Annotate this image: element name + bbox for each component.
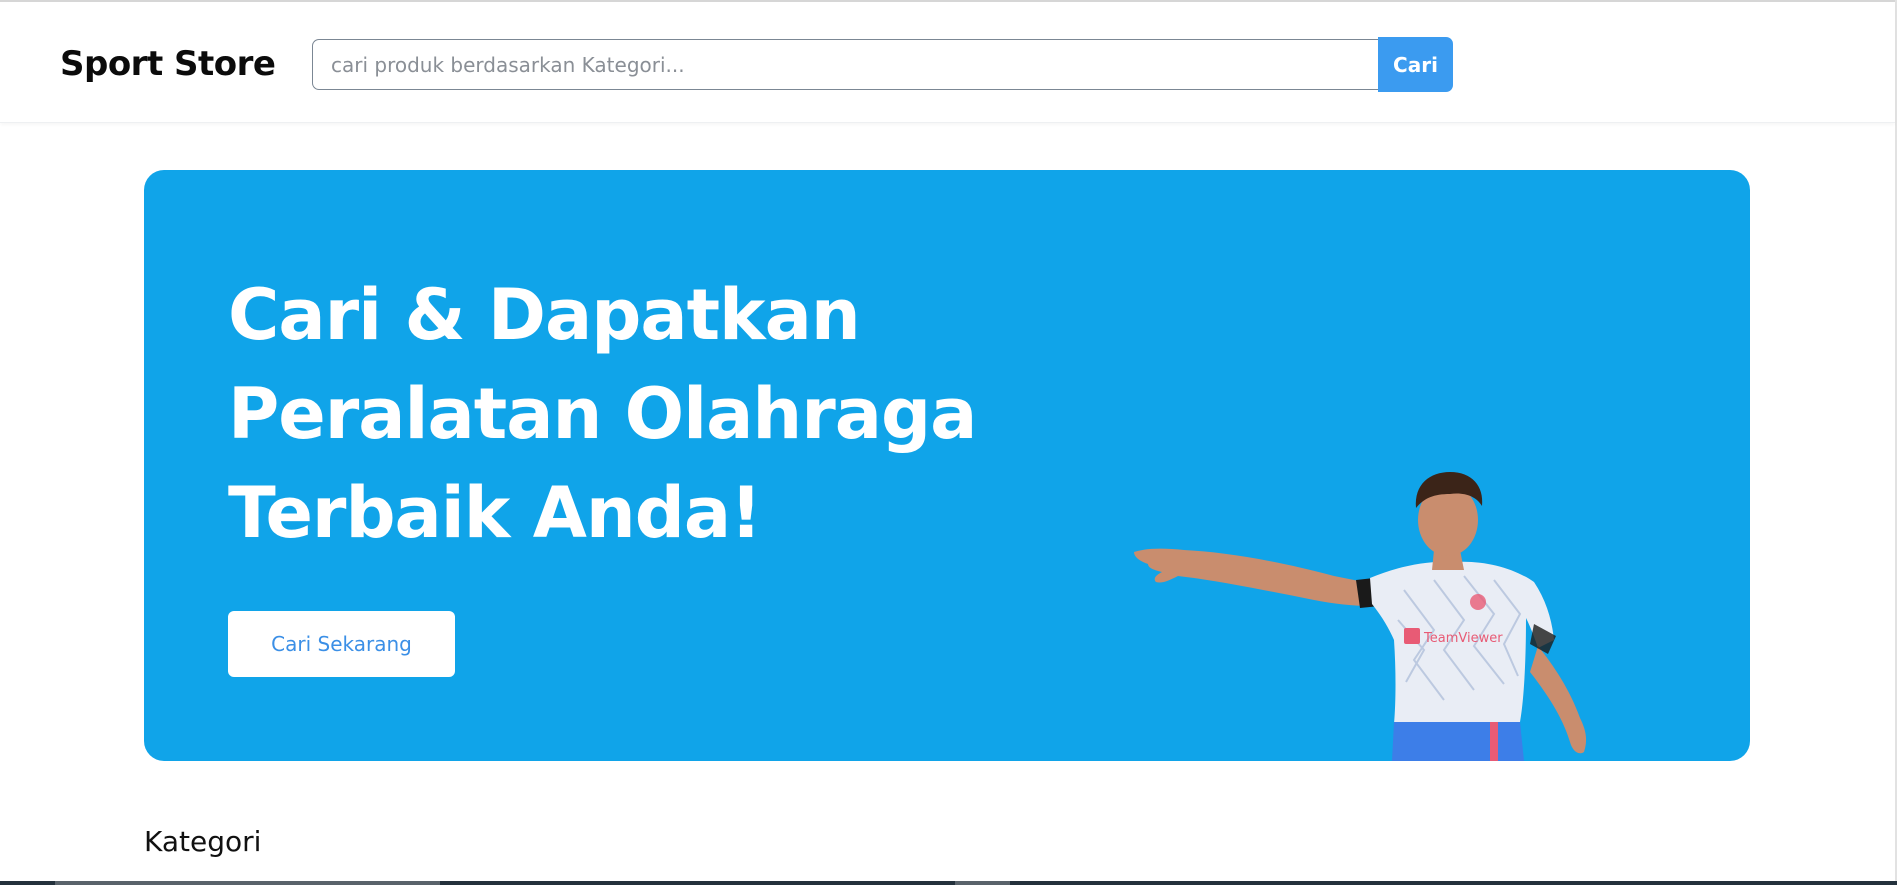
hero-title: Cari & Dapatkan Peralatan Olahraga Terba… xyxy=(228,266,977,563)
hero-title-line-2: Peralatan Olahraga xyxy=(228,373,977,455)
taskbar xyxy=(0,881,1897,885)
search-input[interactable] xyxy=(312,39,1378,90)
hero-banner: Cari & Dapatkan Peralatan Olahraga Terba… xyxy=(144,170,1750,761)
taskbar-segment xyxy=(55,881,440,885)
category-section-title: Kategori xyxy=(144,825,262,858)
hero-title-line-3: Terbaik Anda! xyxy=(228,472,762,554)
search-button[interactable]: Cari xyxy=(1378,37,1453,92)
search-bar: Cari xyxy=(312,37,1453,92)
brand-logo[interactable]: Sport Store xyxy=(60,44,276,84)
taskbar-segment xyxy=(955,881,1010,885)
hero-title-line-1: Cari & Dapatkan xyxy=(228,274,861,356)
site-header: Sport Store Cari xyxy=(0,2,1895,123)
svg-text:TeamViewer: TeamViewer xyxy=(1423,631,1503,646)
football-player-image: TeamViewer xyxy=(1134,472,1587,761)
search-now-button[interactable]: Cari Sekarang xyxy=(228,611,455,677)
